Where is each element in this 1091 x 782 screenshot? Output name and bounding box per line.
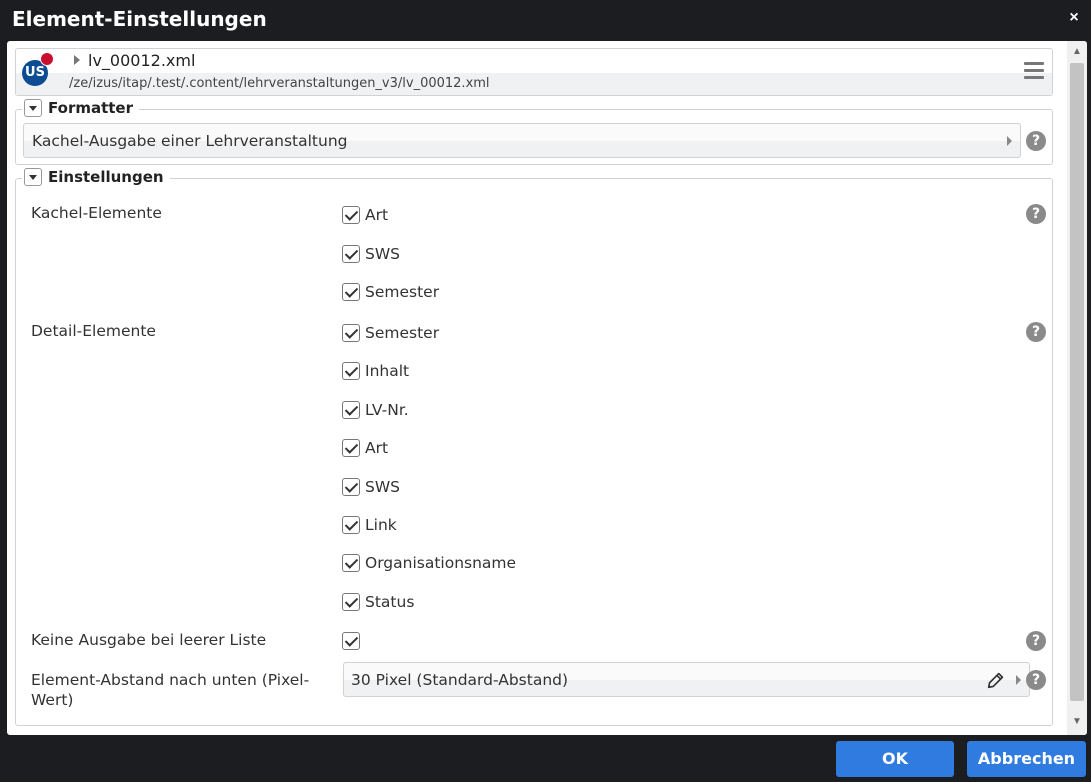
help-icon[interactable]: ? — [1026, 631, 1046, 651]
checkbox-detail-art[interactable]: Art — [342, 439, 388, 457]
spacing-select[interactable]: 30 Pixel (Standard-Abstand) — [343, 662, 1030, 697]
select-arrow-icon — [1007, 136, 1012, 146]
detail-elements-label: Detail-Elemente — [31, 322, 156, 340]
checkbox-detail-status[interactable]: Status — [342, 593, 414, 611]
checkbox-checked-icon[interactable] — [342, 516, 360, 534]
element-settings-dialog: Element-Einstellungen × US lv_00012.xml … — [0, 0, 1091, 782]
empty-list-label: Keine Ausgabe bei leerer Liste — [31, 631, 267, 649]
collapse-toggle-icon[interactable] — [24, 99, 42, 117]
help-icon[interactable]: ? — [1026, 204, 1046, 224]
checkbox-checked-icon[interactable] — [342, 283, 360, 301]
scroll-down-icon[interactable]: ▼ — [1067, 713, 1087, 731]
checkbox-checked-icon[interactable] — [342, 554, 360, 572]
checkbox-checked-icon[interactable] — [342, 362, 360, 380]
checkbox-detail-link[interactable]: Link — [342, 516, 397, 534]
formatter-legend-label: Formatter — [48, 99, 134, 117]
checkbox-detail-sws[interactable]: SWS — [342, 478, 400, 496]
checkbox-kachel-semester[interactable]: Semester — [342, 283, 439, 301]
dialog-content: US lv_00012.xml /ze/izus/itap/.test/.con… — [7, 41, 1087, 735]
scroll-up-icon[interactable]: ▲ — [1067, 43, 1087, 61]
notification-dot-icon — [40, 52, 54, 66]
settings-legend: Einstellungen — [22, 168, 170, 186]
checkbox-detail-lv-nr[interactable]: LV-Nr. — [342, 401, 409, 419]
resource-name: lv_00012.xml — [88, 51, 196, 70]
select-arrow-icon — [1016, 675, 1021, 685]
checkbox-checked-icon[interactable] — [342, 324, 360, 342]
hamburger-menu-icon[interactable] — [1024, 62, 1044, 80]
checkbox-checked-icon[interactable] — [342, 632, 360, 650]
checkbox-checked-icon[interactable] — [342, 478, 360, 496]
checkbox-detail-inhalt[interactable]: Inhalt — [342, 362, 409, 380]
pencil-icon[interactable] — [985, 669, 1007, 691]
checkbox-checked-icon[interactable] — [342, 593, 360, 611]
expand-caret-icon[interactable] — [74, 55, 80, 65]
help-icon[interactable]: ? — [1026, 322, 1046, 342]
scrollbar-thumb[interactable] — [1070, 63, 1084, 701]
checkbox-checked-icon[interactable] — [342, 206, 360, 224]
dialog-title-bar[interactable]: Element-Einstellungen × — [0, 0, 1091, 38]
cancel-button[interactable]: Abbrechen — [967, 741, 1086, 777]
formatter-select[interactable]: Kachel-Ausgabe einer Lehrveranstaltung — [23, 123, 1021, 158]
formatter-value: Kachel-Ausgabe einer Lehrveranstaltung — [32, 132, 348, 150]
kachel-elements-label: Kachel-Elemente — [31, 204, 162, 222]
spacing-value: 30 Pixel (Standard-Abstand) — [351, 671, 569, 689]
spacing-label: Element-Abstand nach unten (Pixel- Wert) — [31, 671, 310, 709]
checkbox-checked-icon[interactable] — [342, 245, 360, 263]
settings-fieldset: Einstellungen Kachel-Elemente Art SWS Se… — [15, 168, 1053, 726]
resource-info-box: US lv_00012.xml /ze/izus/itap/.test/.con… — [15, 48, 1053, 96]
checkbox-kachel-sws[interactable]: SWS — [342, 245, 400, 263]
help-icon[interactable]: ? — [1026, 131, 1046, 151]
checkbox-kachel-art[interactable]: Art — [342, 206, 388, 224]
ok-button[interactable]: OK — [836, 741, 954, 777]
formatter-fieldset: Formatter Kachel-Ausgabe einer Lehrveran… — [15, 99, 1053, 165]
vertical-scrollbar[interactable]: ▲ ▼ — [1067, 41, 1087, 735]
checkbox-checked-icon[interactable] — [342, 439, 360, 457]
settings-legend-label: Einstellungen — [48, 168, 164, 186]
close-icon[interactable]: × — [1065, 8, 1083, 28]
resource-path: /ze/izus/itap/.test/.content/lehrveranst… — [69, 76, 490, 91]
help-icon[interactable]: ? — [1026, 670, 1046, 690]
checkbox-empty-list[interactable] — [342, 632, 365, 650]
checkbox-detail-semester[interactable]: Semester — [342, 324, 439, 342]
checkbox-detail-organisationsname[interactable]: Organisationsname — [342, 554, 516, 572]
formatter-legend: Formatter — [22, 99, 140, 117]
collapse-toggle-icon[interactable] — [24, 168, 42, 186]
dialog-title: Element-Einstellungen — [12, 7, 267, 31]
checkbox-checked-icon[interactable] — [342, 401, 360, 419]
